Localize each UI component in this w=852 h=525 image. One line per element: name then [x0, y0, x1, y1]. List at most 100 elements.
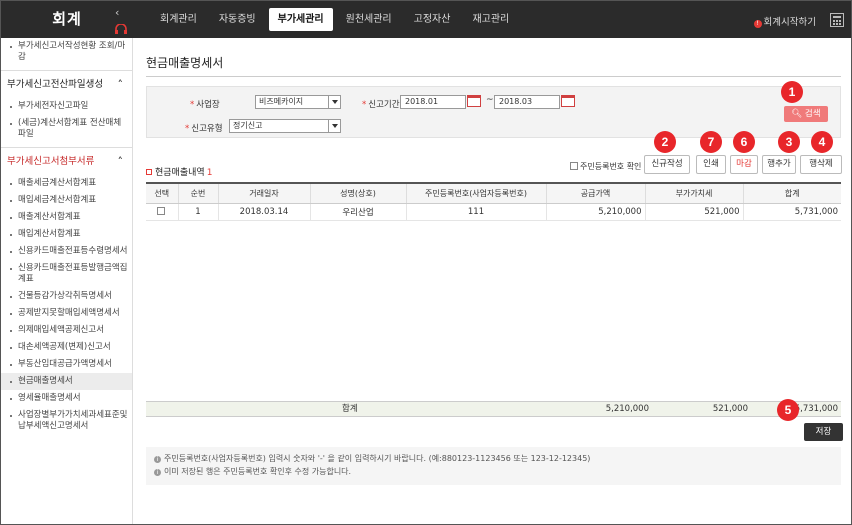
- column-header: 부가가치세: [645, 182, 744, 204]
- main-menu: 회계관리 자동증빙 부가세관리 원천세관리 고정자산 재고관리: [151, 8, 522, 31]
- report-type-select[interactable]: 정기신고: [229, 119, 341, 133]
- section-marker-icon: [146, 169, 152, 175]
- sum-label: 합계: [342, 404, 358, 414]
- table-row[interactable]: 1 2018.03.14 우리산업 111 5,210,000 521,000 …: [146, 203, 841, 221]
- customer-name[interactable]: 우리산업: [310, 203, 407, 221]
- cash-sales-table: 선택 순번 거래일자 성명(상호) 주민등록번호(사업자등록번호) 공급가액 부…: [146, 182, 841, 221]
- save-button[interactable]: 저장: [804, 423, 843, 441]
- row-select-cell: [146, 203, 179, 221]
- menu-item-withholding[interactable]: 원천세관리: [337, 8, 401, 31]
- column-header: 거래일자: [218, 182, 311, 204]
- headset-icon[interactable]: [114, 24, 128, 34]
- sum-row: 합계 5,210,000 521,000 5,731,000: [146, 401, 841, 417]
- info-icon: !: [753, 20, 762, 28]
- column-header: 주민등록번호(사업자등록번호): [406, 182, 547, 204]
- calendar-icon[interactable]: [561, 95, 575, 107]
- sidebar-item[interactable]: 공제받지못할매입세액명세서: [1, 305, 132, 322]
- column-header: 공급가액: [546, 182, 646, 204]
- period-to-input[interactable]: 2018.03: [494, 95, 560, 109]
- sidebar-item[interactable]: (세금)계산서합계표 전산매체파일: [1, 115, 132, 143]
- note-line: i 이미 저장된 행은 주민등록번호 확인후 수정 가능합니다.: [154, 465, 833, 478]
- calendar-icon[interactable]: [467, 95, 481, 107]
- callout-badge-7: 7: [700, 131, 722, 153]
- delete-row-button[interactable]: 행삭제: [800, 155, 842, 174]
- info-icon: i: [154, 456, 161, 463]
- total-amount: 5,731,000: [743, 203, 841, 221]
- sidebar-item[interactable]: 건물등감가상각취득명세서: [1, 288, 132, 305]
- section-count: 1: [206, 168, 213, 178]
- sidebar-group[interactable]: 부가세신고서첨부서류 ˄: [1, 147, 132, 175]
- start-accounting-label: 회계시작하기: [763, 17, 816, 28]
- sidebar-item[interactable]: 현금매출명세서: [1, 373, 132, 390]
- title-divider: [146, 76, 841, 77]
- note-line: i 주민등록번호(사업자등록번호) 입력시 숫자와 '-' 을 같이 입력하시기 …: [154, 452, 833, 465]
- chevron-left-icon[interactable]: ‹: [115, 7, 119, 18]
- sidebar-item[interactable]: 사업장별부가가치세과세표준및납부세액신고명세서: [1, 407, 132, 435]
- start-accounting-link[interactable]: ! 회계시작하기: [753, 14, 816, 28]
- column-header: 선택: [146, 182, 179, 204]
- column-header: 순번: [178, 182, 219, 204]
- sidebar-group[interactable]: 부가세신고전산파일생성 ˄: [1, 70, 132, 98]
- sidebar-item[interactable]: 부동산임대공급가액명세서: [1, 356, 132, 373]
- sidebar-item[interactable]: 매입계산서합계표: [1, 226, 132, 243]
- report-type-label: * 신고유형: [185, 124, 223, 134]
- sidebar-item[interactable]: 매출계산서합계표: [1, 209, 132, 226]
- period-dash: ~: [486, 95, 494, 105]
- sidebar-item[interactable]: 부가세신고서작성현황 조회/마감: [1, 38, 132, 66]
- column-header: 성명(상호): [310, 182, 407, 204]
- menu-item-accounting[interactable]: 회계관리: [151, 8, 206, 31]
- notes-panel: i 주민등록번호(사업자등록번호) 입력시 숫자와 '-' 을 같이 입력하시기 …: [146, 447, 841, 485]
- callout-badge-1: 1: [781, 81, 803, 103]
- section-title: 현금매출내역 1: [146, 165, 212, 178]
- business-label: * 사업장: [190, 100, 220, 110]
- sidebar-item[interactable]: 부가세전자신고파일: [1, 98, 132, 115]
- chevron-up-icon[interactable]: ˄: [118, 71, 124, 99]
- chevron-down-icon: [328, 96, 340, 108]
- registration-number[interactable]: 111: [406, 203, 547, 221]
- close-button[interactable]: 마감: [730, 155, 758, 174]
- top-bar: 회계 ‹ 회계관리 자동증빙 부가세관리 원천세관리 고정자산 재고관리 ! 회계…: [1, 1, 851, 38]
- add-row-button[interactable]: 행추가: [762, 155, 796, 174]
- print-button[interactable]: 인쇄: [696, 155, 726, 174]
- sidebar-item[interactable]: 의제매입세액공제신고서: [1, 322, 132, 339]
- page-title: 현금매출명세서: [146, 56, 224, 70]
- vat-amount[interactable]: 521,000: [645, 203, 744, 221]
- calculator-icon[interactable]: [830, 13, 844, 27]
- new-button[interactable]: 신규작성: [644, 155, 690, 174]
- sidebar-group-label: 부가세신고전산파일생성: [7, 79, 104, 90]
- row-number: 1: [178, 203, 219, 221]
- sum-vat: 521,000: [712, 404, 748, 414]
- period-from-input[interactable]: 2018.01: [400, 95, 466, 109]
- supply-amount[interactable]: 5,210,000: [546, 203, 646, 221]
- menu-item-vat[interactable]: 부가세관리: [268, 8, 333, 31]
- sidebar-item[interactable]: 영세율매출명세서: [1, 390, 132, 407]
- menu-item-inventory[interactable]: 재고관리: [463, 8, 518, 31]
- info-icon: i: [154, 469, 161, 476]
- sidebar-item[interactable]: 대손세액공제(변제)신고서: [1, 339, 132, 356]
- chevron-up-icon[interactable]: ˄: [118, 148, 124, 176]
- sidebar-group-label: 부가세신고서첨부서류: [7, 156, 95, 167]
- sidebar: 부가세신고서작성현황 조회/마감 부가세신고전산파일생성 ˄ 부가세전자신고파일 (세금…: [1, 38, 133, 524]
- callout-badge-4: 4: [811, 131, 833, 153]
- sidebar-item[interactable]: 매출세금계산서합계표: [1, 175, 132, 192]
- callout-badge-2: 2: [654, 131, 676, 153]
- main-content: 현금매출명세서 * 사업장 비즈메카이지 * 신고기간 2018.01 ~ 2018…: [134, 38, 851, 524]
- search-filter-panel: * 사업장 비즈메카이지 * 신고기간 2018.01 ~ 2018.03 * 신고유…: [146, 86, 841, 138]
- row-checkbox[interactable]: [156, 206, 165, 215]
- callout-badge-3: 3: [778, 131, 800, 153]
- reg-no-confirm-checkbox[interactable]: 주민등록번호 확인: [570, 161, 641, 172]
- search-button[interactable]: 🔍︎ 검색: [784, 106, 828, 122]
- chevron-down-icon: [328, 120, 340, 132]
- table-header-row: 선택 순번 거래일자 성명(상호) 주민등록번호(사업자등록번호) 공급가액 부…: [146, 182, 841, 204]
- sidebar-item[interactable]: 신용카드매출전표등발행금액집계표: [1, 260, 132, 288]
- menu-item-fixed-assets[interactable]: 고정자산: [405, 8, 460, 31]
- sidebar-item[interactable]: 매입세금계산서합계표: [1, 192, 132, 209]
- sidebar-item[interactable]: 신용카드매출전표등수령명세서: [1, 243, 132, 260]
- period-label: * 신고기간: [362, 100, 400, 110]
- business-select[interactable]: 비즈메카이지: [255, 95, 341, 109]
- transaction-date[interactable]: 2018.03.14: [218, 203, 311, 221]
- checkbox-icon[interactable]: [570, 162, 578, 170]
- column-header: 합계: [743, 182, 841, 204]
- sum-supply: 5,210,000: [605, 404, 649, 414]
- menu-item-auto-evidence[interactable]: 자동증빙: [210, 8, 265, 31]
